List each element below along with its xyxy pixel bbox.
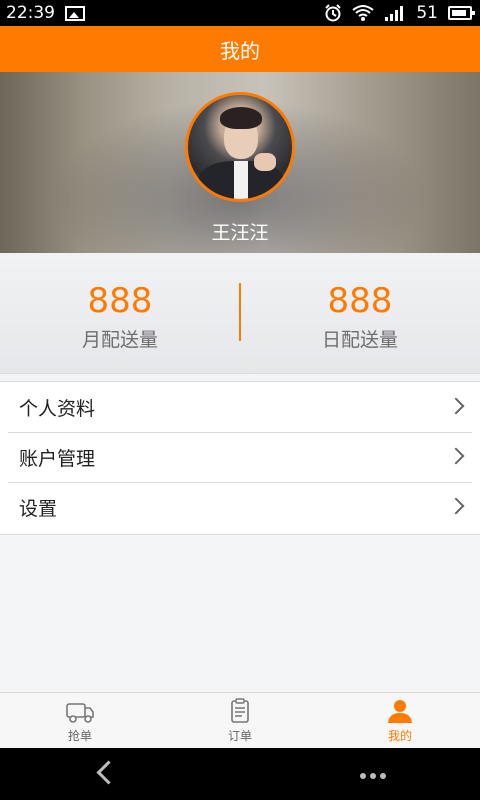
- delivery-stats: 888 月配送量 888 日配送量: [0, 253, 480, 374]
- status-right: 51: [324, 3, 480, 23]
- page-title: 我的: [220, 38, 260, 63]
- back-icon[interactable]: [96, 760, 121, 785]
- monthly-delivery-value: 888: [87, 281, 153, 321]
- tab-label: 我的: [387, 729, 412, 743]
- clipboard-icon: [231, 698, 249, 723]
- status-left: 22:39: [0, 3, 85, 23]
- chevron-right-icon: [447, 397, 465, 415]
- avatar-shirt: [234, 161, 248, 199]
- user-name: 王汪汪: [211, 222, 269, 244]
- chevron-right-icon: [447, 447, 465, 465]
- screen: 22:39 51 我的 王汪汪 888 月配送量 888 日配送量 个人资料 账…: [0, 0, 480, 800]
- dot-icon: [360, 773, 366, 779]
- tab-grab-orders[interactable]: 抢单: [0, 693, 160, 749]
- user-icon: [388, 700, 412, 723]
- daily-delivery-stat: 888 日配送量: [240, 281, 480, 352]
- signal-icon: [385, 6, 404, 21]
- chevron-right-icon: [447, 497, 465, 515]
- bottom-tab-bar: 抢单 订单 我的: [0, 692, 480, 749]
- status-bar: 22:39 51: [0, 0, 480, 26]
- menu-item-label: 设置: [19, 497, 58, 520]
- more-options-icon[interactable]: [360, 773, 386, 779]
- tab-label: 抢单: [67, 729, 92, 743]
- system-nav-bar: [0, 748, 480, 800]
- menu-item-settings[interactable]: 设置: [0, 482, 480, 532]
- tab-mine[interactable]: 我的: [320, 693, 480, 749]
- menu-item-label: 账户管理: [19, 447, 96, 470]
- dot-icon: [370, 773, 376, 779]
- menu-item-label: 个人资料: [19, 397, 96, 420]
- delivery-truck-icon: [66, 703, 94, 723]
- tab-orders[interactable]: 订单: [160, 693, 320, 749]
- gallery-icon: [65, 5, 85, 21]
- daily-delivery-label: 日配送量: [321, 329, 398, 351]
- status-time: 22:39: [6, 3, 55, 23]
- battery-icon: [448, 6, 475, 20]
- settings-menu: 个人资料 账户管理 设置: [0, 381, 480, 535]
- dot-icon: [380, 773, 386, 779]
- profile-hero: 王汪汪: [0, 72, 480, 253]
- daily-delivery-value: 888: [327, 281, 393, 321]
- app-header: 我的: [0, 26, 480, 72]
- menu-item-personal-info[interactable]: 个人资料: [0, 382, 480, 432]
- alarm-icon: [325, 4, 342, 22]
- monthly-delivery-label: 月配送量: [81, 329, 158, 351]
- wifi-icon: [352, 5, 374, 21]
- avatar-hair: [220, 107, 262, 129]
- battery-level: 51: [416, 3, 438, 23]
- monthly-delivery-stat: 888 月配送量: [0, 281, 240, 352]
- menu-item-account-management[interactable]: 账户管理: [0, 432, 480, 482]
- avatar[interactable]: [185, 92, 295, 202]
- tab-label: 订单: [227, 729, 252, 743]
- avatar-hand: [254, 153, 276, 171]
